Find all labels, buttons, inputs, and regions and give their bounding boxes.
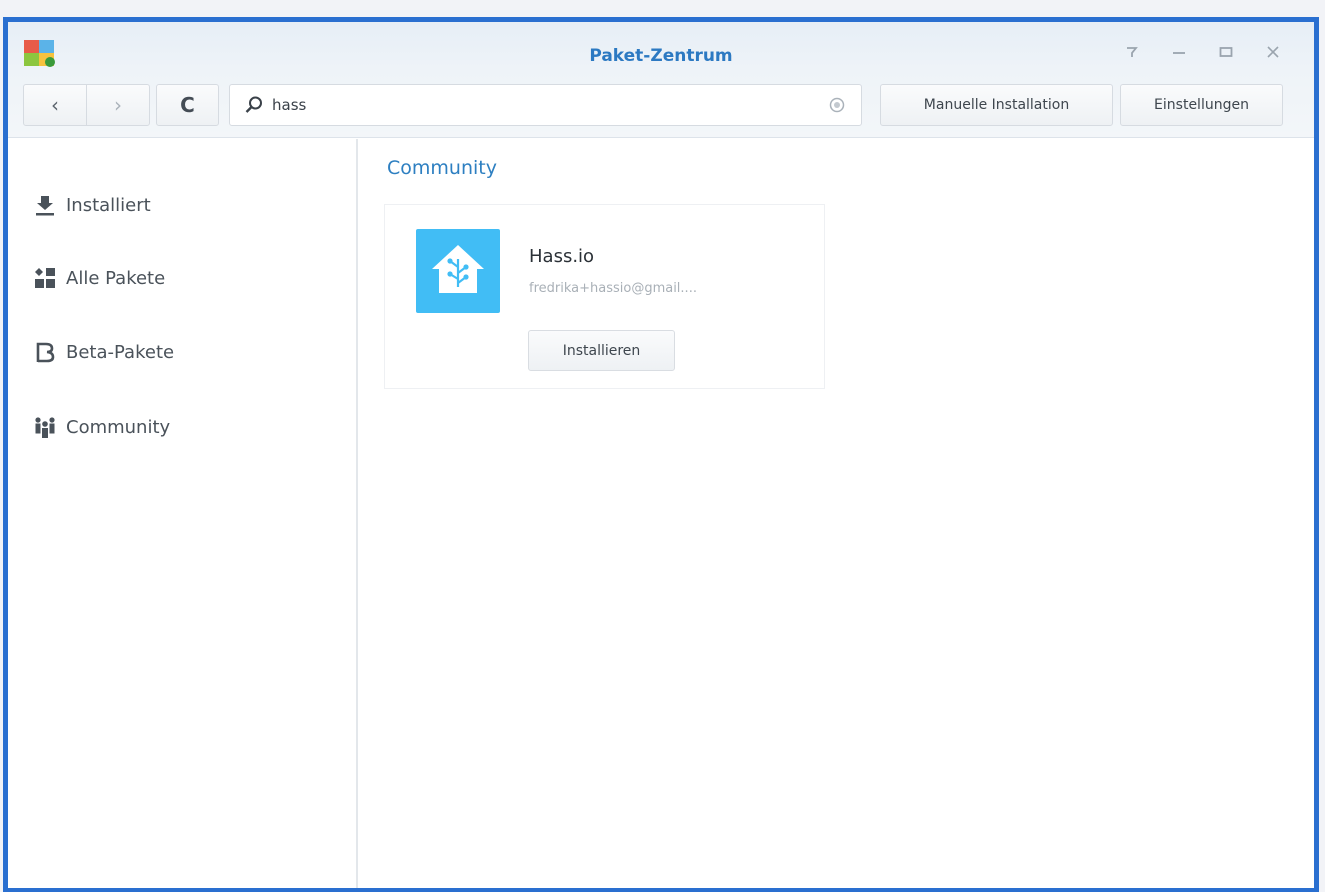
navigation-buttons: ‹ › bbox=[23, 84, 150, 126]
settings-button[interactable]: Einstellungen bbox=[1120, 84, 1283, 126]
install-label: Installieren bbox=[562, 342, 641, 359]
help-icon[interactable] bbox=[1120, 44, 1144, 64]
sidebar-item-all-packages[interactable]: Alle Pakete bbox=[33, 258, 165, 298]
title-bar: Paket-Zentrum ‹ › C hass Manuelle Instal… bbox=[8, 22, 1314, 138]
back-icon: ‹ bbox=[51, 93, 59, 117]
sidebar-item-label: Beta-Pakete bbox=[66, 341, 175, 363]
sidebar-item-installed[interactable]: Installiert bbox=[33, 185, 151, 225]
sidebar-item-label: Community bbox=[66, 416, 171, 438]
package-name: Hass.io bbox=[529, 246, 595, 267]
forward-icon: › bbox=[114, 93, 122, 117]
search-input[interactable]: hass bbox=[229, 84, 862, 126]
back-button[interactable]: ‹ bbox=[24, 85, 86, 125]
download-icon bbox=[33, 193, 57, 217]
refresh-button[interactable]: C bbox=[156, 84, 219, 126]
sidebar-item-community[interactable]: Community bbox=[33, 407, 170, 447]
package-author: fredrika+hassio@gmail.... bbox=[529, 281, 697, 296]
close-icon[interactable] bbox=[1261, 44, 1285, 64]
minimize-icon[interactable] bbox=[1167, 44, 1191, 64]
community-icon bbox=[33, 415, 57, 439]
window-title: Paket-Zentrum bbox=[589, 46, 733, 66]
search-query: hass bbox=[272, 96, 307, 114]
package-card[interactable]: Hass.io fredrika+hassio@gmail.... Instal… bbox=[384, 204, 825, 389]
manual-install-label: Manuelle Installation bbox=[923, 97, 1070, 113]
main-content: Community Hass.io fredrika+hassio@gmail.… bbox=[360, 139, 1314, 888]
sidebar: Installiert Alle Pakete Beta-Pakete Comm… bbox=[8, 139, 358, 888]
sidebar-item-beta-packages[interactable]: Beta-Pakete bbox=[33, 332, 174, 372]
home-assistant-icon bbox=[416, 229, 500, 313]
sidebar-item-label: Installiert bbox=[66, 194, 151, 216]
sidebar-item-label: Alle Pakete bbox=[66, 267, 166, 289]
forward-button[interactable]: › bbox=[86, 85, 149, 125]
manual-install-button[interactable]: Manuelle Installation bbox=[880, 84, 1113, 126]
refresh-icon: C bbox=[180, 93, 195, 117]
settings-label: Einstellungen bbox=[1154, 97, 1249, 113]
grid-icon bbox=[33, 266, 57, 290]
beta-icon bbox=[33, 340, 57, 364]
package-center-window: Paket-Zentrum ‹ › C hass Manuelle Instal… bbox=[3, 17, 1319, 892]
section-title: Community bbox=[387, 157, 497, 179]
install-button[interactable]: Installieren bbox=[528, 330, 675, 371]
clear-search-icon[interactable] bbox=[829, 97, 845, 113]
search-icon bbox=[245, 96, 262, 113]
maximize-icon[interactable] bbox=[1214, 44, 1238, 64]
